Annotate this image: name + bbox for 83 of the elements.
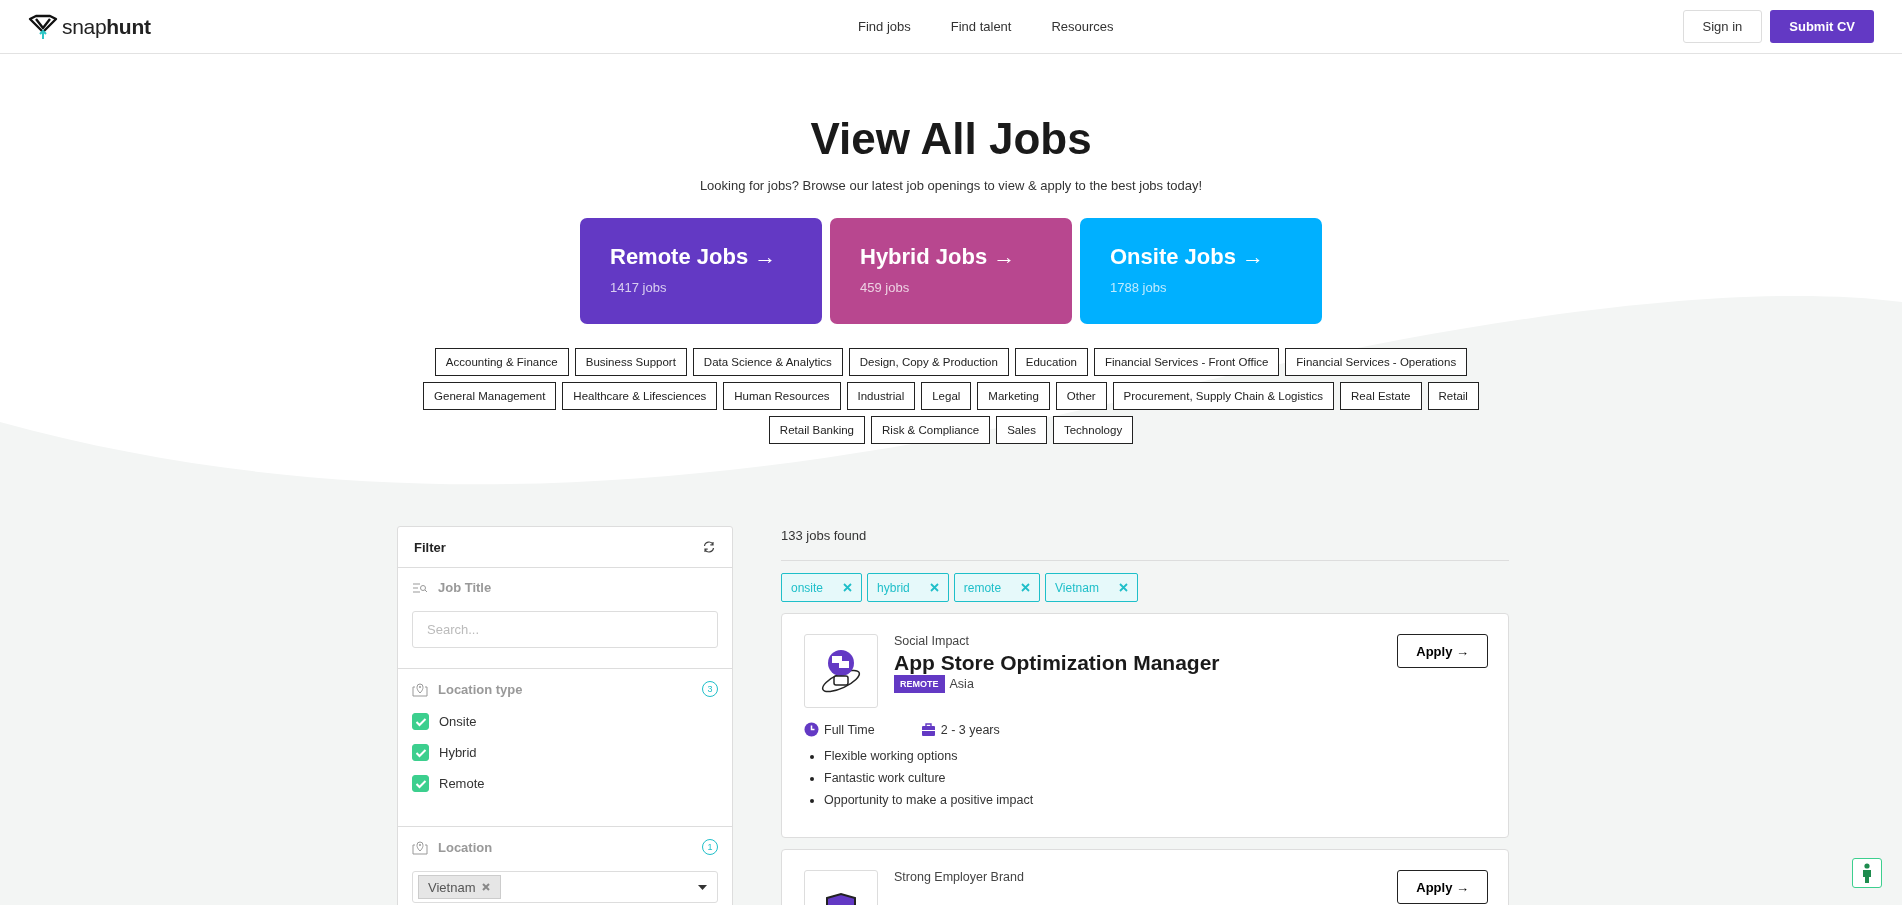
category-tag[interactable]: Marketing — [977, 382, 1050, 410]
sign-in-button[interactable]: Sign in — [1682, 10, 1763, 43]
job-count: 1417 jobs — [610, 280, 668, 295]
bullet-icon — [810, 776, 814, 781]
category-tag[interactable]: Financial Services - Operations — [1285, 348, 1468, 376]
category-tag[interactable]: Retail Banking — [768, 416, 865, 444]
bullet-icon — [810, 798, 814, 803]
feedback-button[interactable] — [1852, 858, 1882, 888]
apply-button[interactable]: Apply → — [1397, 634, 1488, 668]
category-tag[interactable]: Healthcare & Lifesciences — [562, 382, 718, 410]
category-tag[interactable]: Sales — [996, 416, 1047, 444]
category-tag[interactable]: Technology — [1052, 416, 1134, 444]
category-tag[interactable]: Risk & Compliance — [871, 416, 991, 444]
job-type-title: Onsite Jobs → — [1110, 244, 1266, 270]
apply-button[interactable]: Apply → — [1397, 870, 1488, 904]
job-count: 1788 jobs — [1110, 280, 1168, 295]
results-count: 133 jobs found — [781, 528, 1509, 561]
checkbox-label: Remote — [439, 776, 485, 791]
refresh-icon[interactable] — [702, 540, 716, 554]
category-tag[interactable]: Human Resources — [723, 382, 841, 410]
chip-label: Vietnam — [428, 879, 476, 895]
submit-cv-button[interactable]: Submit CV — [1770, 10, 1874, 43]
category-tag[interactable]: Education — [1014, 348, 1088, 376]
location-select[interactable]: Vietnam — [412, 871, 718, 903]
perk-item: Fantastic work culture — [824, 771, 946, 786]
briefcase-icon — [920, 722, 936, 737]
category-tag[interactable]: Financial Services - Front Office — [1093, 348, 1280, 376]
section-label: Location type — [438, 681, 524, 697]
section-label: Location — [438, 839, 494, 855]
category-tag[interactable]: Real Estate — [1340, 382, 1422, 410]
category-tag[interactable]: General Management — [423, 382, 557, 410]
dropdown-caret-icon — [698, 884, 707, 890]
job-location: Asia — [949, 677, 974, 691]
checkbox-label: Onsite — [439, 714, 477, 729]
job-category: Social Impact — [894, 634, 971, 648]
job-category: Strong Employer Brand — [894, 870, 1025, 884]
checkbox[interactable] — [412, 744, 429, 761]
map-pin-icon — [412, 839, 428, 855]
job-type-title: Remote Jobs → — [610, 244, 778, 270]
person-icon — [1862, 863, 1872, 883]
job-type-title: Hybrid Jobs → — [860, 244, 1017, 270]
job-type-card[interactable]: Hybrid Jobs → 459 jobs — [830, 218, 1072, 324]
remove-icon[interactable] — [1118, 583, 1128, 592]
remove-icon[interactable] — [843, 583, 853, 592]
category-tag[interactable]: Industrial — [846, 382, 916, 410]
remove-icon[interactable] — [1021, 583, 1031, 592]
job-count: 459 jobs — [860, 280, 911, 295]
job-title[interactable]: App Store Optimization Manager — [894, 651, 1382, 675]
checkbox[interactable] — [412, 775, 429, 792]
job-type-card[interactable]: Remote Jobs → 1417 jobs — [580, 218, 822, 324]
nav-link[interactable]: Find talent — [950, 19, 1012, 34]
checkbox[interactable] — [412, 713, 429, 730]
clock-icon — [804, 722, 819, 737]
logo-icon — [28, 13, 58, 40]
category-tag[interactable]: Legal — [921, 382, 972, 410]
bullet-icon — [810, 754, 814, 759]
map-pin-icon — [412, 681, 428, 697]
job-card[interactable]: Social Impact App Store Optimization Manager REMOTE Asia Apply → Full Time 2 - 3 years Flexible working options Fantastic work culture Opportunity to make a positive impact — [781, 613, 1509, 838]
nav-link[interactable]: Find jobs — [858, 19, 911, 34]
page-subtitle: Looking for jobs? Browse our latest job openings to view & apply to the best jobs today! — [699, 178, 1203, 193]
category-tag[interactable]: Design, Copy & Production — [848, 348, 1009, 376]
work-type-badge: REMOTE — [894, 675, 945, 693]
remove-icon[interactable] — [929, 583, 939, 592]
search-list-icon — [412, 581, 428, 594]
perk-item: Flexible working options — [824, 749, 958, 764]
checkbox-label: Hybrid — [439, 745, 477, 760]
remove-icon[interactable] — [481, 882, 492, 892]
page-title: View All Jobs — [810, 114, 1092, 164]
filter-title: Filter — [414, 539, 446, 555]
nav-link[interactable]: Resources — [1051, 19, 1114, 34]
category-tag[interactable]: Retail — [1427, 382, 1479, 410]
job-card[interactable]: Strong Employer Brand Apply → — [781, 849, 1509, 905]
category-tag[interactable]: Procurement, Supply Chain & Logistics — [1112, 382, 1335, 410]
category-tag[interactable]: Business Support — [574, 348, 687, 376]
category-tag[interactable]: Data Science & Analytics — [692, 348, 843, 376]
category-tag[interactable]: Other — [1055, 382, 1107, 410]
experience: 2 - 3 years — [940, 722, 1000, 737]
perk-item: Opportunity to make a positive impact — [824, 793, 1034, 808]
logo-text[interactable]: snaphunt — [62, 14, 151, 39]
category-tag[interactable]: Accounting & Finance — [434, 348, 569, 376]
section-label: Job Title — [438, 580, 493, 595]
employment-type: Full Time — [824, 722, 875, 737]
search-field[interactable]: Search... — [412, 611, 718, 648]
